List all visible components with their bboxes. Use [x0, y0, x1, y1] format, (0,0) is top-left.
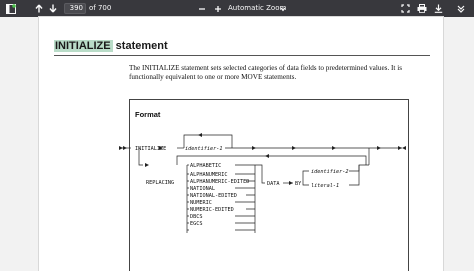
category-national-edited: NATIONAL-EDITED — [190, 193, 237, 199]
category-alphanumeric-edited: ALPHANUMERIC-EDITED — [190, 179, 249, 185]
page-number-input[interactable]: 390 — [64, 3, 86, 14]
identifier-1: identifier-1 — [185, 146, 222, 152]
category-numeric-edited: NUMERIC-EDITED — [190, 207, 234, 213]
zoom-in-icon[interactable] — [212, 0, 224, 17]
category-alphabetic: ALPHABETIC — [190, 163, 221, 169]
tools-menu-icon[interactable] — [454, 0, 468, 17]
category-alphanumeric: ALPHANUMERIC — [190, 172, 227, 178]
pdf-page: INITIALIZE statement The INITIALIZE stat… — [39, 17, 443, 271]
zoom-dropdown-icon[interactable] — [278, 0, 288, 17]
sidebar-toggle-icon[interactable] — [4, 0, 18, 17]
download-icon[interactable] — [431, 0, 445, 17]
category-egcs: EGCS — [190, 221, 203, 227]
syntax-diagram: INITIALIZE identifier-1 REPLACING ALPHAB… — [119, 133, 406, 233]
page-count-label: of 700 — [89, 4, 112, 12]
zoom-out-icon[interactable] — [196, 0, 208, 17]
print-icon[interactable] — [415, 0, 429, 17]
category-dbcs: DBCS — [190, 214, 203, 220]
keyword-replacing: REPLACING — [146, 180, 174, 186]
keyword-data: DATA — [267, 181, 280, 187]
presentation-mode-icon[interactable] — [398, 0, 412, 17]
pdf-toolbar: 390 of 700 Automatic Zoom — [0, 0, 474, 17]
keyword-initialize: INITIALIZE — [135, 146, 166, 152]
category-national: NATIONAL — [190, 186, 215, 192]
identifier-2: identifier-2 — [311, 169, 348, 175]
next-page-icon[interactable] — [47, 0, 59, 17]
previous-page-icon[interactable] — [33, 0, 45, 17]
literal-1: literal-1 — [311, 183, 339, 189]
category-numeric: NUMERIC — [190, 200, 212, 206]
keyword-by: BY — [295, 181, 302, 187]
